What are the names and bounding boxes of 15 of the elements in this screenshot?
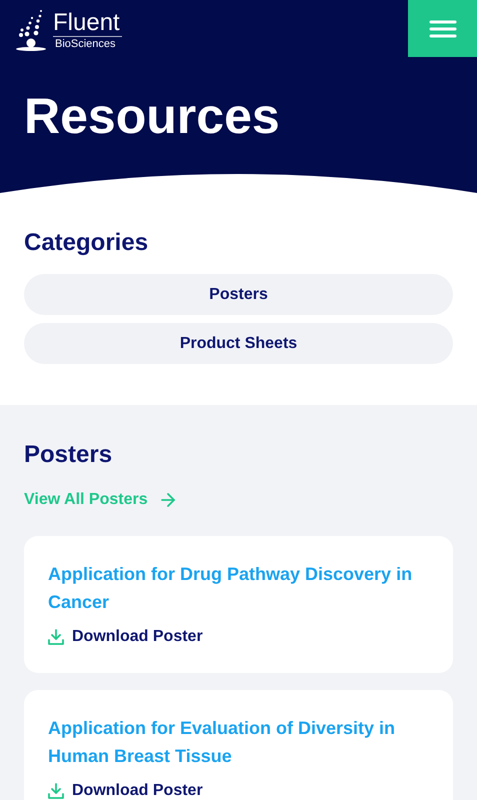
logo-subtitle: BioSciences — [54, 36, 117, 50]
arrow-right-icon — [160, 493, 176, 507]
page-title: Resources — [23, 88, 281, 144]
download-icon — [48, 629, 64, 645]
logo[interactable]: Fluent BioSciences — [0, 0, 122, 52]
category-button[interactable]: Product Sheets — [24, 323, 453, 364]
section-heading: Posters — [24, 440, 114, 470]
download-link[interactable]: Download Poster — [48, 625, 429, 649]
menu-icon — [428, 20, 456, 38]
section-heading: Categories — [24, 228, 150, 258]
menu-button[interactable] — [408, 0, 477, 57]
download-link[interactable]: Download Poster — [48, 779, 429, 800]
category-button[interactable]: Posters — [24, 274, 453, 315]
logo-name: Fluent — [53, 10, 122, 36]
download-icon — [48, 783, 64, 799]
